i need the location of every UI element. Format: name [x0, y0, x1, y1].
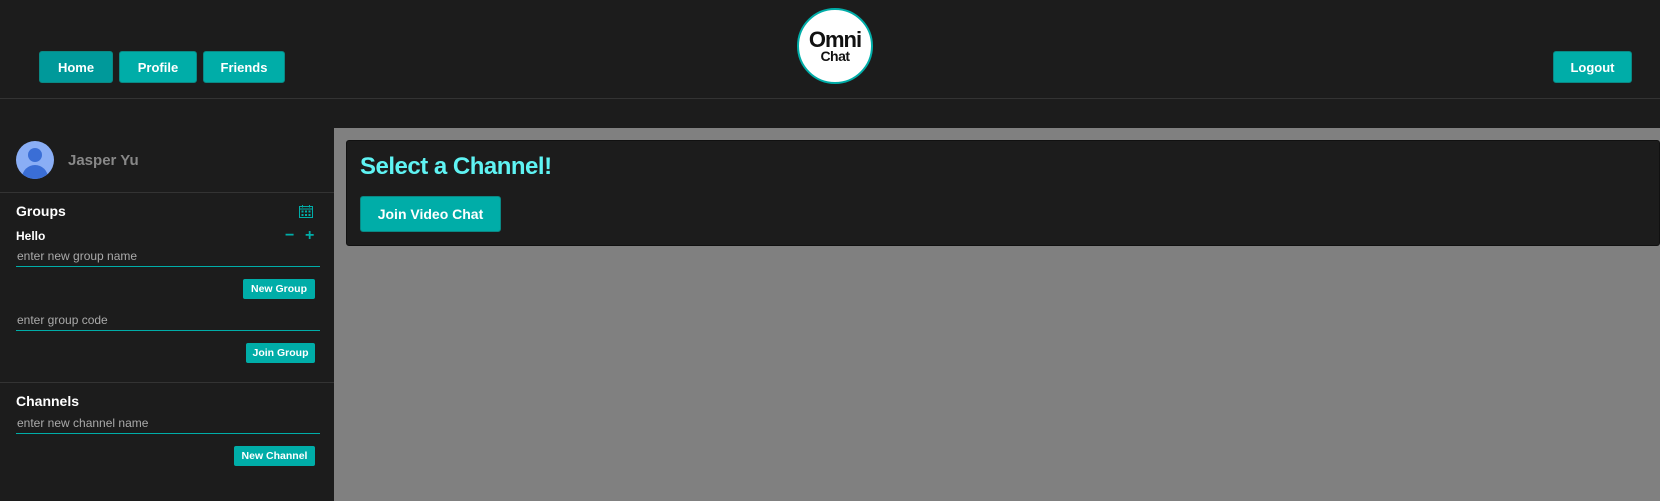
group-code-input[interactable]	[16, 310, 320, 331]
plus-icon[interactable]: +	[305, 228, 314, 244]
user-profile[interactable]: Jasper Yu	[16, 140, 139, 180]
channels-title: Channels	[16, 393, 80, 409]
new-group-name-input[interactable]	[16, 246, 320, 267]
new-channel-name-input[interactable]	[16, 413, 320, 434]
channel-panel: Select a Channel! Join Video Chat	[346, 140, 1660, 246]
new-group-button[interactable]: New Group	[243, 279, 315, 299]
user-avatar-icon	[16, 141, 54, 179]
home-button[interactable]: Home	[39, 51, 113, 83]
logo-text-line2: Chat	[820, 48, 850, 64]
friends-button[interactable]: Friends	[203, 51, 285, 83]
divider	[0, 192, 334, 193]
top-navbar: Home Profile Friends Omni Chat Logout	[0, 0, 1660, 99]
logout-button[interactable]: Logout	[1553, 51, 1632, 83]
main-content: Select a Channel! Join Video Chat	[334, 128, 1660, 501]
groups-title: Groups	[16, 203, 66, 219]
user-name: Jasper Yu	[68, 151, 139, 169]
group-item-hello[interactable]: Hello	[16, 229, 45, 243]
sidebar: Jasper Yu Groups Hello − + New Group Joi…	[0, 128, 334, 501]
divider	[0, 382, 334, 383]
join-group-button[interactable]: Join Group	[246, 343, 315, 363]
minus-icon[interactable]: −	[285, 228, 294, 244]
calendar-icon[interactable]	[299, 205, 313, 218]
profile-button[interactable]: Profile	[119, 51, 197, 83]
new-channel-button[interactable]: New Channel	[234, 446, 315, 466]
join-video-chat-button[interactable]: Join Video Chat	[360, 196, 501, 232]
omnichat-logo[interactable]: Omni Chat	[797, 8, 873, 84]
page-title: Select a Channel!	[360, 153, 552, 180]
